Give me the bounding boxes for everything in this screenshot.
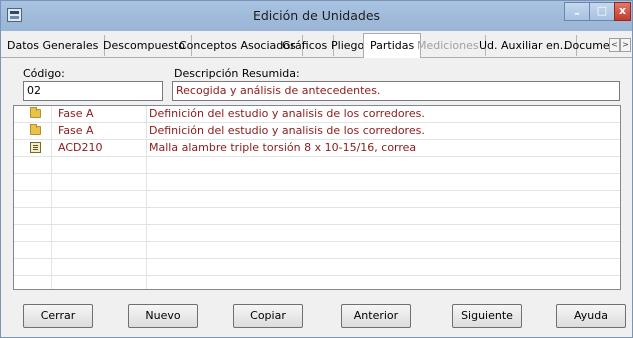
ayuda-label: Ayuda xyxy=(574,309,608,322)
table-row[interactable]: ACD210 Malla alambre triple torsión 8 x … xyxy=(14,140,620,157)
folder-icon xyxy=(30,124,41,135)
partidas-table[interactable]: Fase A Definición del estudio y analisis… xyxy=(13,105,621,290)
table-row[interactable]: Fase A Definición del estudio y analisis… xyxy=(14,106,620,123)
description-label: Descripción Resumida: xyxy=(174,67,300,80)
table-row[interactable]: Fase A Definición del estudio y analisis… xyxy=(14,123,620,140)
code-field[interactable]: 02 xyxy=(23,81,163,101)
row-description: Malla alambre triple torsión 8 x 10-15/1… xyxy=(149,141,417,154)
row-code: ACD210 xyxy=(52,140,147,156)
minimize-icon: – xyxy=(574,7,580,20)
title-bar[interactable]: Edición de Unidades – □ x xyxy=(1,1,632,31)
maximize-button[interactable]: □ xyxy=(589,2,615,21)
table-row[interactable] xyxy=(14,276,620,289)
tab-strip: Datos Generales Descompuesto Conceptos A… xyxy=(1,31,632,58)
button-bar: Cerrar Nuevo Copiar Anterior Siguiente A… xyxy=(1,295,632,337)
close-icon: x xyxy=(618,4,627,17)
tab-scroll-right-icon[interactable]: > xyxy=(620,38,631,52)
tab-scroll-left-icon[interactable]: < xyxy=(609,38,620,52)
table-row[interactable] xyxy=(14,157,620,174)
nuevo-button[interactable]: Nuevo xyxy=(128,304,198,328)
row-description: Definición del estudio y analisis de los… xyxy=(149,107,425,120)
close-button[interactable]: x xyxy=(614,2,631,21)
table-row[interactable] xyxy=(14,191,620,208)
anterior-button[interactable]: Anterior xyxy=(341,304,411,328)
description-field[interactable]: Recogida y análisis de antecedentes. xyxy=(172,81,620,101)
edit-units-window: Edición de Unidades – □ x Datos Generale… xyxy=(0,0,633,338)
nuevo-label: Nuevo xyxy=(145,309,181,322)
table-row[interactable] xyxy=(14,259,620,276)
code-label: Código: xyxy=(23,67,65,80)
minimize-button[interactable]: – xyxy=(564,2,590,21)
row-code: Fase A xyxy=(52,106,147,122)
row-description: Definición del estudio y analisis de los… xyxy=(149,124,425,137)
folder-icon xyxy=(30,107,41,118)
row-code: Fase A xyxy=(52,123,147,139)
window-title: Edición de Unidades xyxy=(252,8,381,23)
table-row[interactable] xyxy=(14,242,620,259)
table-row[interactable] xyxy=(14,225,620,242)
table-row[interactable] xyxy=(14,208,620,225)
tab-datos-generales[interactable]: Datos Generales xyxy=(1,35,106,56)
ayuda-button[interactable]: Ayuda xyxy=(556,304,626,328)
cerrar-button[interactable]: Cerrar xyxy=(23,304,93,328)
cerrar-label: Cerrar xyxy=(40,309,76,322)
copiar-label: Copiar xyxy=(250,309,286,322)
item-icon xyxy=(30,142,41,153)
maximize-icon: □ xyxy=(596,4,608,17)
siguiente-label: Siguiente xyxy=(461,309,513,322)
copiar-button[interactable]: Copiar xyxy=(233,304,303,328)
table-row[interactable] xyxy=(14,174,620,191)
anterior-label: Anterior xyxy=(353,309,399,322)
siguiente-button[interactable]: Siguiente xyxy=(452,304,522,328)
